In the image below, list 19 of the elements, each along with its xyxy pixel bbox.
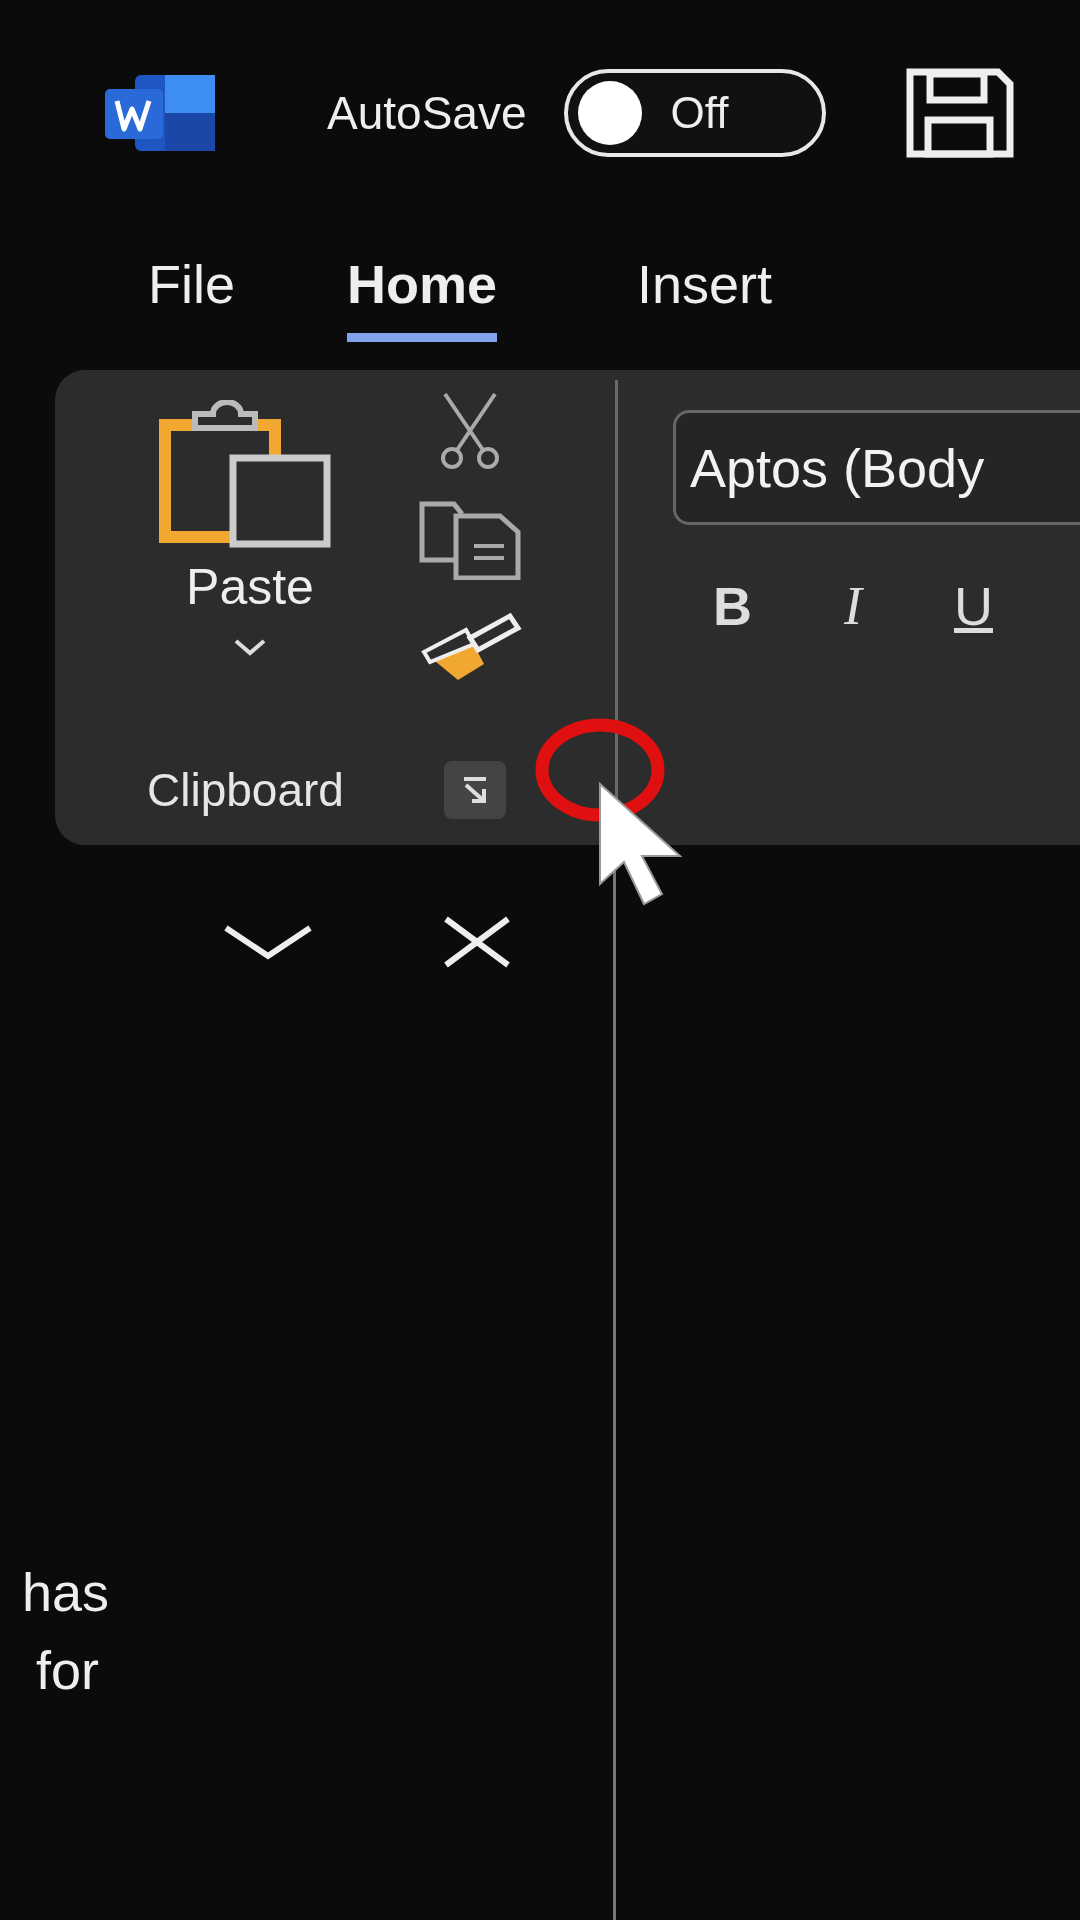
- paste-button[interactable]: Paste: [155, 400, 345, 658]
- autosave-label: AutoSave: [327, 85, 527, 140]
- document-text: for: [35, 1639, 101, 1702]
- save-icon[interactable]: [904, 67, 1015, 158]
- ribbon-tab[interactable]: File: [148, 253, 235, 342]
- paintbrush-icon[interactable]: [418, 610, 522, 682]
- underline-button[interactable]: U: [954, 575, 993, 637]
- font-name-field[interactable]: Aptos (Body: [673, 410, 1080, 525]
- ribbon-tab[interactable]: Home: [347, 253, 498, 342]
- document-text: has: [22, 1561, 111, 1624]
- italic-button[interactable]: I: [844, 575, 862, 637]
- word-logo-icon: [105, 72, 217, 153]
- ribbon-tab[interactable]: Insert: [637, 253, 773, 342]
- caret-icon: [233, 638, 267, 658]
- dialog-launcher-button[interactable]: [443, 761, 506, 819]
- bold-button[interactable]: B: [713, 575, 752, 637]
- copy-icon[interactable]: [418, 500, 522, 580]
- autosave-toggle[interactable]: Off: [564, 68, 827, 157]
- group-label: Clipboard: [147, 763, 344, 817]
